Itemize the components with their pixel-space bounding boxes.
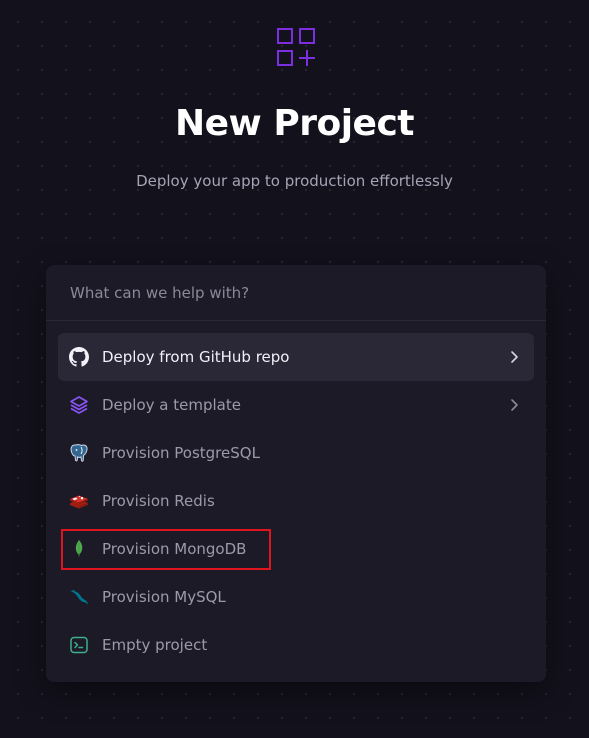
grid-plus-icon [277, 28, 315, 66]
menu-item-label: Provision PostgreSQL [102, 444, 260, 462]
menu-item-deploy-github[interactable]: Deploy from GitHub repo [58, 333, 534, 381]
menu-item-provision-postgresql[interactable]: Provision PostgreSQL [58, 429, 534, 477]
search-input[interactable] [68, 279, 522, 307]
redis-icon [69, 491, 89, 511]
menu-item-provision-mongodb[interactable]: Provision MongoDB [58, 525, 534, 573]
mysql-icon [69, 587, 89, 607]
menu-item-label: Empty project [102, 636, 208, 654]
chevron-right-icon [511, 351, 518, 363]
menu-item-empty-project[interactable]: Empty project [58, 621, 534, 669]
menu-item-deploy-template[interactable]: Deploy a template [58, 381, 534, 429]
page-subtitle: Deploy your app to production effortless… [136, 172, 453, 190]
postgresql-icon [69, 443, 89, 463]
menu-item-label: Deploy from GitHub repo [102, 348, 290, 366]
mongodb-icon [69, 539, 89, 559]
page-title: New Project [174, 103, 415, 144]
menu-item-provision-redis[interactable]: Provision Redis [58, 477, 534, 525]
menu-item-label: Provision MySQL [102, 588, 226, 606]
github-icon [69, 347, 89, 367]
menu-item-label: Provision Redis [102, 492, 215, 510]
menu-item-label: Provision MongoDB [102, 540, 247, 558]
menu-item-provision-mysql[interactable]: Provision MySQL [58, 573, 534, 621]
chevron-right-icon [511, 399, 518, 411]
layers-icon [69, 395, 89, 415]
new-project-menu: Deploy from GitHub repo Deploy a templat… [46, 265, 546, 682]
search-bar [46, 265, 546, 321]
terminal-icon [69, 635, 89, 655]
menu-item-label: Deploy a template [102, 396, 241, 414]
